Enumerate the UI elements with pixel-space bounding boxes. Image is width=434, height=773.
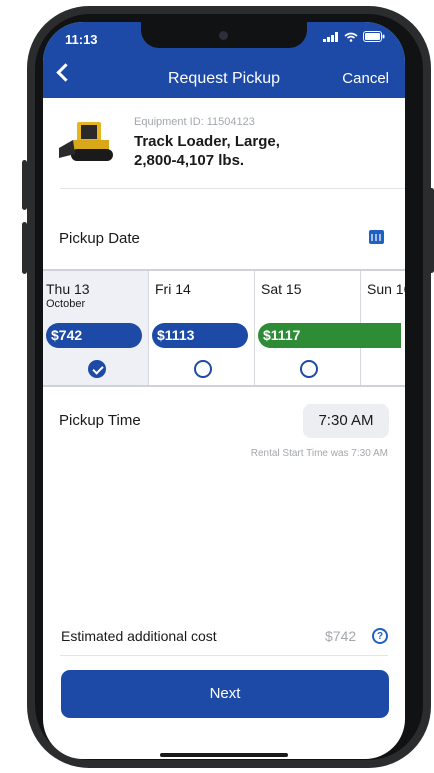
price-badge: $1117: [258, 323, 362, 348]
rental-start-note: Rental Start Time was 7:30 AM: [250, 448, 388, 459]
app-screen: 11:13 Request Pickup Cancel Equipment ID…: [43, 22, 405, 759]
date-month: October: [46, 298, 86, 310]
pickup-time-button[interactable]: 7:30 AM: [303, 404, 389, 438]
date-option[interactable]: Sat 15 $1117: [255, 271, 362, 385]
pickup-date-label: Pickup Date: [59, 230, 140, 247]
notch: [141, 22, 307, 48]
estimated-cost-value: $742: [325, 628, 357, 644]
price-badge: $1113: [152, 323, 248, 348]
divider: [60, 188, 405, 189]
radio-icon[interactable]: [194, 360, 212, 378]
help-icon[interactable]: ?: [372, 628, 388, 644]
price-badge: $742: [46, 323, 142, 348]
next-button[interactable]: Next: [61, 670, 389, 718]
date-option[interactable]: Fri 14 $1113: [149, 271, 255, 385]
date-option[interactable]: Thu 13 October $742: [43, 271, 149, 385]
cancel-button[interactable]: Cancel: [342, 70, 389, 87]
date-day: Sun 16: [367, 281, 405, 297]
track-loader-icon: [59, 122, 113, 161]
wifi-icon: [344, 32, 358, 42]
estimated-cost-label: Estimated additional cost: [61, 628, 217, 644]
status-time: 11:13: [65, 32, 98, 47]
date-picker: Thu 13 October $742 Fri 14 $1113 Sat 15 …: [43, 269, 405, 387]
camera-icon: [219, 31, 228, 40]
calendar-icon[interactable]: [369, 230, 384, 244]
price-badge: [361, 323, 401, 348]
volume-button: [22, 222, 27, 274]
equipment-name: Track Loader, Large, 2,800-4,107 lbs.: [134, 133, 280, 169]
selected-radio-icon[interactable]: [88, 360, 106, 378]
date-day: Sat 15: [261, 281, 302, 297]
equipment-summary: Equipment ID: 11504123 Track Loader, Lar…: [43, 98, 405, 188]
mute-switch: [22, 160, 27, 210]
battery-icon: [363, 31, 385, 42]
divider: [60, 655, 388, 656]
date-option[interactable]: Sun 16: [361, 271, 405, 385]
home-indicator: [160, 753, 288, 757]
power-button: [429, 188, 434, 273]
signal-icon: [323, 31, 338, 42]
pickup-time-label: Pickup Time: [59, 412, 141, 429]
date-day: Thu 13: [46, 281, 90, 297]
status-icons: [323, 31, 385, 42]
equipment-id: Equipment ID: 11504123: [134, 116, 255, 128]
radio-icon[interactable]: [300, 360, 318, 378]
date-day: Fri 14: [155, 281, 191, 297]
